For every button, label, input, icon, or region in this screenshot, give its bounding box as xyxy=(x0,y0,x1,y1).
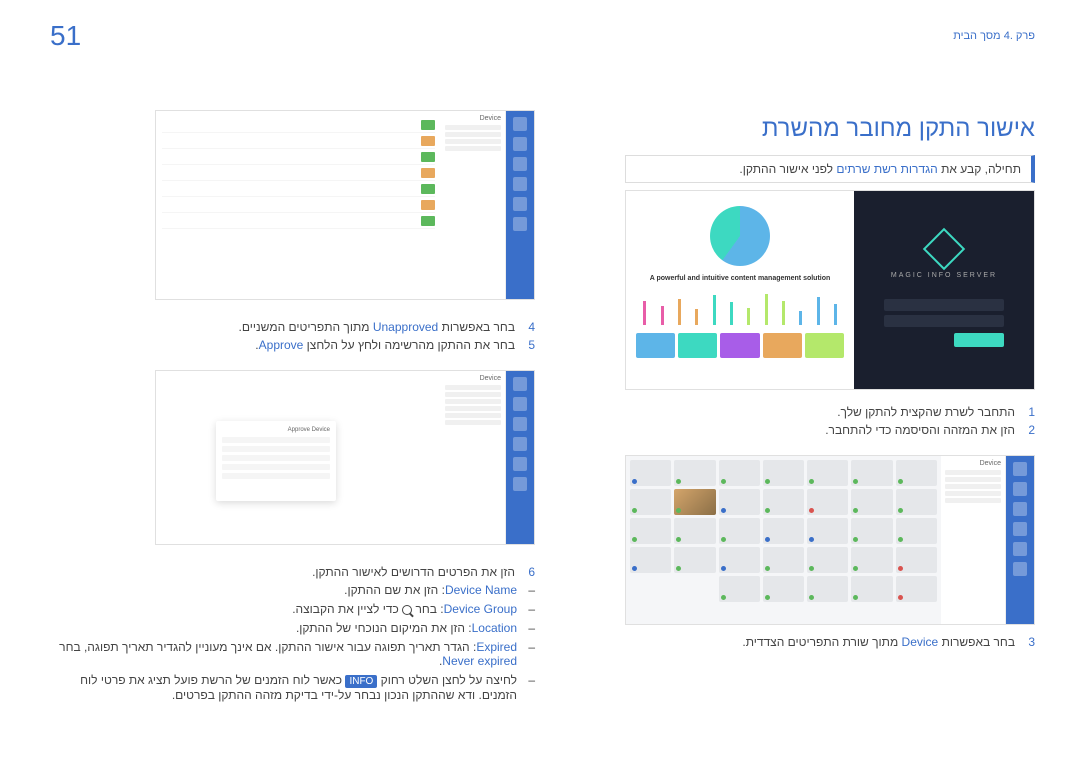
login-button xyxy=(954,333,1004,347)
login-pw-input xyxy=(884,315,1004,327)
step-text: הזן את הפרטים הדרושים לאישור ההתקן. xyxy=(312,565,515,579)
step-text: התחבר לשרת שהקצית להתקן שלך. xyxy=(837,405,1015,419)
step-num: 6 xyxy=(523,565,535,579)
sidebar-icon xyxy=(513,457,527,471)
steps-1-2: 1 התחבר לשרת שהקצית להתקן שלך. 2 הזן את המ… xyxy=(625,405,1035,441)
sidebar-icon xyxy=(513,217,527,231)
steps-4-5: 4 בחר באפשרות Unapproved מתוך התפריטים המ… xyxy=(45,320,535,356)
info-suffix: לפני אישור ההתקן. xyxy=(739,162,836,176)
sidebar-icon xyxy=(513,157,527,171)
approve-popup: Approve Device xyxy=(216,421,336,501)
screenshot-login: MAGIC INFO SERVER A powerful and intuiti… xyxy=(625,190,1035,390)
sidebar-icon xyxy=(513,177,527,191)
step-3: 3 בחר באפשרות Device מתוך שורת התפריטים ה… xyxy=(625,635,1035,653)
login-id-input xyxy=(884,299,1004,311)
screenshot-device-grid: Device xyxy=(625,455,1035,625)
sidebar-icon xyxy=(1013,502,1027,516)
sidebar-icon xyxy=(1013,482,1027,496)
step-num: 1 xyxy=(1023,405,1035,419)
tagline: A powerful and intuitive content managem… xyxy=(636,275,844,282)
page-title: אישור התקן מחובר מהשרת xyxy=(762,115,1035,143)
screenshot-approve-popup: Device Approve Device xyxy=(155,370,535,545)
screenshot-unapproved-list: Device xyxy=(155,110,535,300)
sidebar-icon xyxy=(513,137,527,151)
info-badge: INFO xyxy=(345,675,377,688)
sidebar-icon xyxy=(1013,462,1027,476)
sidebar-icon xyxy=(513,477,527,491)
step-6-details: 6הזן את הפרטים הדרושים לאישור ההתקן. –De… xyxy=(45,565,535,707)
logo-text: MAGIC INFO SERVER xyxy=(891,272,997,279)
step-num: 3 xyxy=(1023,635,1035,649)
sidebar-icon xyxy=(1013,542,1027,556)
step-text: הזן את המזהה והסיסמה כדי להתחבר. xyxy=(825,423,1015,437)
sidebar-icon xyxy=(513,417,527,431)
sidebar-icon xyxy=(513,397,527,411)
sidebar-icon xyxy=(513,197,527,211)
page-number: 51 xyxy=(50,20,81,52)
info-note: תחילה, קבע את הגדרות רשת שרתים לפני אישו… xyxy=(625,155,1035,183)
step-text: בחר את ההתקן מהרשימה ולחץ על הלחצן Appro… xyxy=(255,338,515,352)
pie-chart-icon xyxy=(710,206,770,266)
sidebar-icon xyxy=(513,377,527,391)
sidebar-icon xyxy=(513,117,527,131)
step-text: בחר באפשרות Unapproved מתוך התפריטים המש… xyxy=(239,320,515,334)
sidebar-icon xyxy=(513,437,527,451)
step-num: 2 xyxy=(1023,423,1035,437)
panel-title: Device xyxy=(445,375,501,382)
sidebar-icon xyxy=(1013,562,1027,576)
info-prefix: תחילה, קבע את xyxy=(938,162,1021,176)
sidebar-icon xyxy=(1013,522,1027,536)
panel-title: Device xyxy=(445,115,501,122)
popup-title: Approve Device xyxy=(222,427,330,433)
logo-icon xyxy=(923,227,965,269)
panel-title: Device xyxy=(945,460,1001,467)
search-icon xyxy=(402,605,412,615)
breadcrumb: פרק .4 מסך הבית xyxy=(953,30,1035,42)
step-num: 4 xyxy=(523,320,535,334)
info-highlight: הגדרות רשת שרתים xyxy=(836,162,937,176)
step-num: 5 xyxy=(523,338,535,352)
step-text: בחר באפשרות Device מתוך שורת התפריטים הצ… xyxy=(742,635,1015,649)
